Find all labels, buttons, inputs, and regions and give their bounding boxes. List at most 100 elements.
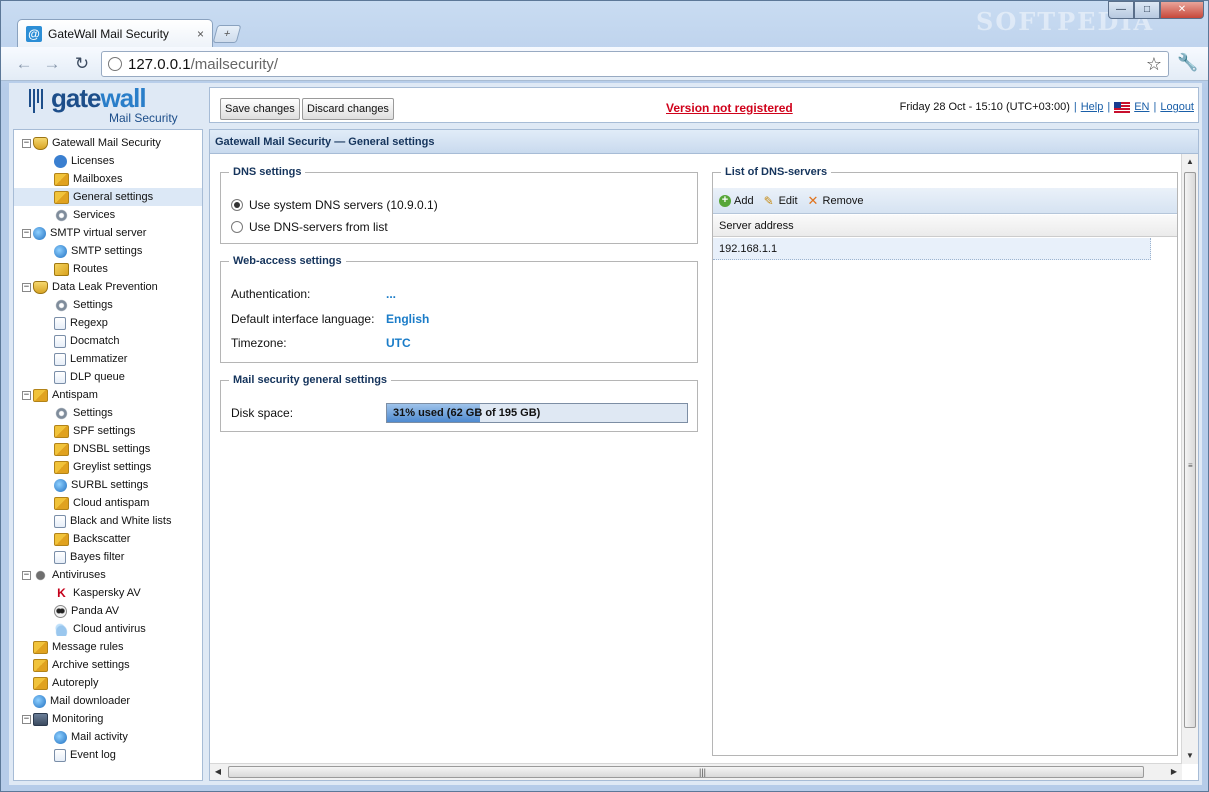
radio-list-dns[interactable]: Use DNS-servers from list — [231, 220, 388, 234]
radio-system-dns[interactable]: Use system DNS servers (10.9.0.1) — [231, 198, 438, 212]
remove-server-button[interactable]: ✕ Remove — [807, 192, 864, 208]
sidebar-item[interactable]: Services — [14, 206, 202, 224]
tree-expander-icon[interactable]: − — [22, 570, 31, 580]
sidebar-item[interactable]: Regexp — [14, 314, 202, 332]
forward-arrow-icon[interactable]: → — [41, 53, 63, 75]
sidebar-item[interactable]: Message rules — [14, 638, 202, 656]
sidebar-item[interactable]: Docmatch — [14, 332, 202, 350]
sidebar-item[interactable]: SPF settings — [14, 422, 202, 440]
sidebar-item[interactable]: SURBL settings — [14, 476, 202, 494]
sidebar-item-label: Services — [73, 209, 116, 221]
sidebar-item[interactable]: Event log — [14, 746, 202, 764]
sidebar-item[interactable]: Settings — [14, 296, 202, 314]
scroll-left-icon[interactable]: ◀ — [210, 764, 226, 780]
mail-security-legend: Mail security general settings — [233, 374, 388, 386]
sidebar-item[interactable]: Greylist settings — [14, 458, 202, 476]
new-tab-button[interactable]: + — [212, 25, 242, 43]
globe-icon — [108, 57, 122, 71]
wrench-icon[interactable]: 🔧 — [1177, 53, 1198, 73]
tree-expander-icon[interactable]: − — [22, 138, 31, 148]
sidebar-item[interactable]: Cloud antispam — [14, 494, 202, 512]
info-icon — [54, 154, 67, 168]
url-path: /mailsecurity/ — [190, 55, 279, 73]
horizontal-scroll-thumb[interactable]: ||| — [228, 766, 1144, 778]
sidebar-item-label: Gatewall Mail Security — [52, 137, 161, 149]
vertical-scrollbar[interactable]: ▲ ≡ ▼ — [1181, 154, 1198, 764]
dns-list-toolbar: + Add ✎ Edit ✕ Remove — [713, 188, 1177, 214]
vertical-scroll-thumb[interactable]: ≡ — [1184, 172, 1196, 728]
horizontal-scrollbar[interactable]: ◀ ||| ▶ — [210, 763, 1182, 780]
sidebar-item[interactable]: DNSBL settings — [14, 440, 202, 458]
sidebar-item-label: Data Leak Prevention — [52, 281, 158, 293]
server-address-column-header[interactable]: Server address — [713, 215, 1177, 237]
add-server-label: Add — [734, 194, 754, 207]
sidebar-item[interactable]: Autoreply — [14, 674, 202, 692]
logo-bars-icon — [29, 89, 43, 113]
sidebar-item[interactable]: Routes — [14, 260, 202, 278]
sidebar-item[interactable]: Bayes filter — [14, 548, 202, 566]
sidebar-item[interactable]: Mail downloader — [14, 692, 202, 710]
sidebar-item[interactable]: Archive settings — [14, 656, 202, 674]
sidebar-item[interactable]: Mail activity — [14, 728, 202, 746]
queue-icon — [54, 370, 66, 384]
url-host: 127.0.0.1 — [128, 55, 191, 73]
help-link[interactable]: Help — [1081, 101, 1104, 113]
discard-changes-button[interactable]: Discard changes — [302, 98, 394, 120]
version-not-registered-link[interactable]: Version not registered — [666, 101, 793, 115]
mail-security-group: Mail security general settings Disk spac… — [220, 374, 698, 432]
sidebar-item[interactable]: Mailboxes — [14, 170, 202, 188]
add-server-button[interactable]: + Add — [719, 194, 754, 207]
maximize-button[interactable]: □ — [1134, 1, 1160, 19]
sidebar-item-label: Antispam — [52, 389, 98, 401]
sidebar-item[interactable]: General settings — [14, 188, 202, 206]
sidebar-item[interactable]: Panda AV — [14, 602, 202, 620]
dns-servers-legend: List of DNS-servers — [725, 166, 828, 178]
reload-icon[interactable]: ↻ — [71, 53, 93, 75]
sidebar-item[interactable]: − SMTP virtual server — [14, 224, 202, 242]
back-arrow-icon[interactable]: ← — [13, 53, 35, 75]
sidebar-item[interactable]: Backscatter — [14, 530, 202, 548]
sidebar-item[interactable]: − Gatewall Mail Security — [14, 134, 202, 152]
sidebar-item[interactable]: − Antispam — [14, 386, 202, 404]
scroll-right-icon[interactable]: ▶ — [1166, 764, 1182, 780]
sidebar-item[interactable]: SMTP settings — [14, 242, 202, 260]
sidebar-item[interactable]: − Data Leak Prevention — [14, 278, 202, 296]
authentication-value[interactable]: ... — [386, 287, 396, 301]
tab-close-icon[interactable]: × — [197, 27, 204, 41]
save-changes-button[interactable]: Save changes — [220, 98, 300, 120]
tree-expander-icon[interactable]: − — [22, 228, 31, 238]
browser-tab[interactable]: @ GateWall Mail Security × — [17, 19, 213, 47]
table-row[interactable]: 192.168.1.1 — [713, 238, 1151, 260]
close-window-button[interactable]: ✕ — [1160, 1, 1204, 19]
sidebar-item[interactable]: − Antiviruses — [14, 566, 202, 584]
authentication-label: Authentication: — [231, 287, 311, 301]
sidebar-item[interactable]: − Monitoring — [14, 710, 202, 728]
logout-link[interactable]: Logout — [1160, 101, 1194, 113]
radio-list-dns-input[interactable] — [231, 221, 243, 233]
sidebar-item[interactable]: Settings — [14, 404, 202, 422]
language-link[interactable]: EN — [1134, 101, 1149, 113]
language-value[interactable]: English — [386, 312, 429, 326]
sidebar-item[interactable]: K Kaspersky AV — [14, 584, 202, 602]
timezone-value[interactable]: UTC — [386, 336, 411, 350]
address-bar[interactable]: 127.0.0.1 /mailsecurity/ ☆ — [101, 51, 1169, 77]
authentication-row: Authentication: ... — [231, 287, 396, 301]
bookmark-star-icon[interactable]: ☆ — [1146, 54, 1162, 75]
tree-expander-icon[interactable]: − — [22, 390, 31, 400]
tree-expander-icon[interactable]: − — [22, 282, 31, 292]
scroll-down-icon[interactable]: ▼ — [1182, 748, 1198, 764]
edit-server-button[interactable]: ✎ Edit — [764, 195, 798, 207]
dns-settings-group: DNS settings Use system DNS servers (10.… — [220, 166, 698, 244]
panda-icon — [54, 604, 67, 618]
remove-icon: ✕ — [807, 192, 819, 208]
scroll-up-icon[interactable]: ▲ — [1182, 154, 1198, 170]
sidebar-item[interactable]: Cloud antivirus — [14, 620, 202, 638]
us-flag-icon[interactable] — [1114, 101, 1131, 113]
radio-system-dns-input[interactable] — [231, 199, 243, 211]
sidebar-item[interactable]: Lemmatizer — [14, 350, 202, 368]
sidebar-item[interactable]: DLP queue — [14, 368, 202, 386]
sidebar-item[interactable]: Black and White lists — [14, 512, 202, 530]
minimize-button[interactable]: — — [1108, 1, 1134, 19]
tree-expander-icon[interactable]: − — [22, 714, 31, 724]
sidebar-item[interactable]: Licenses — [14, 152, 202, 170]
